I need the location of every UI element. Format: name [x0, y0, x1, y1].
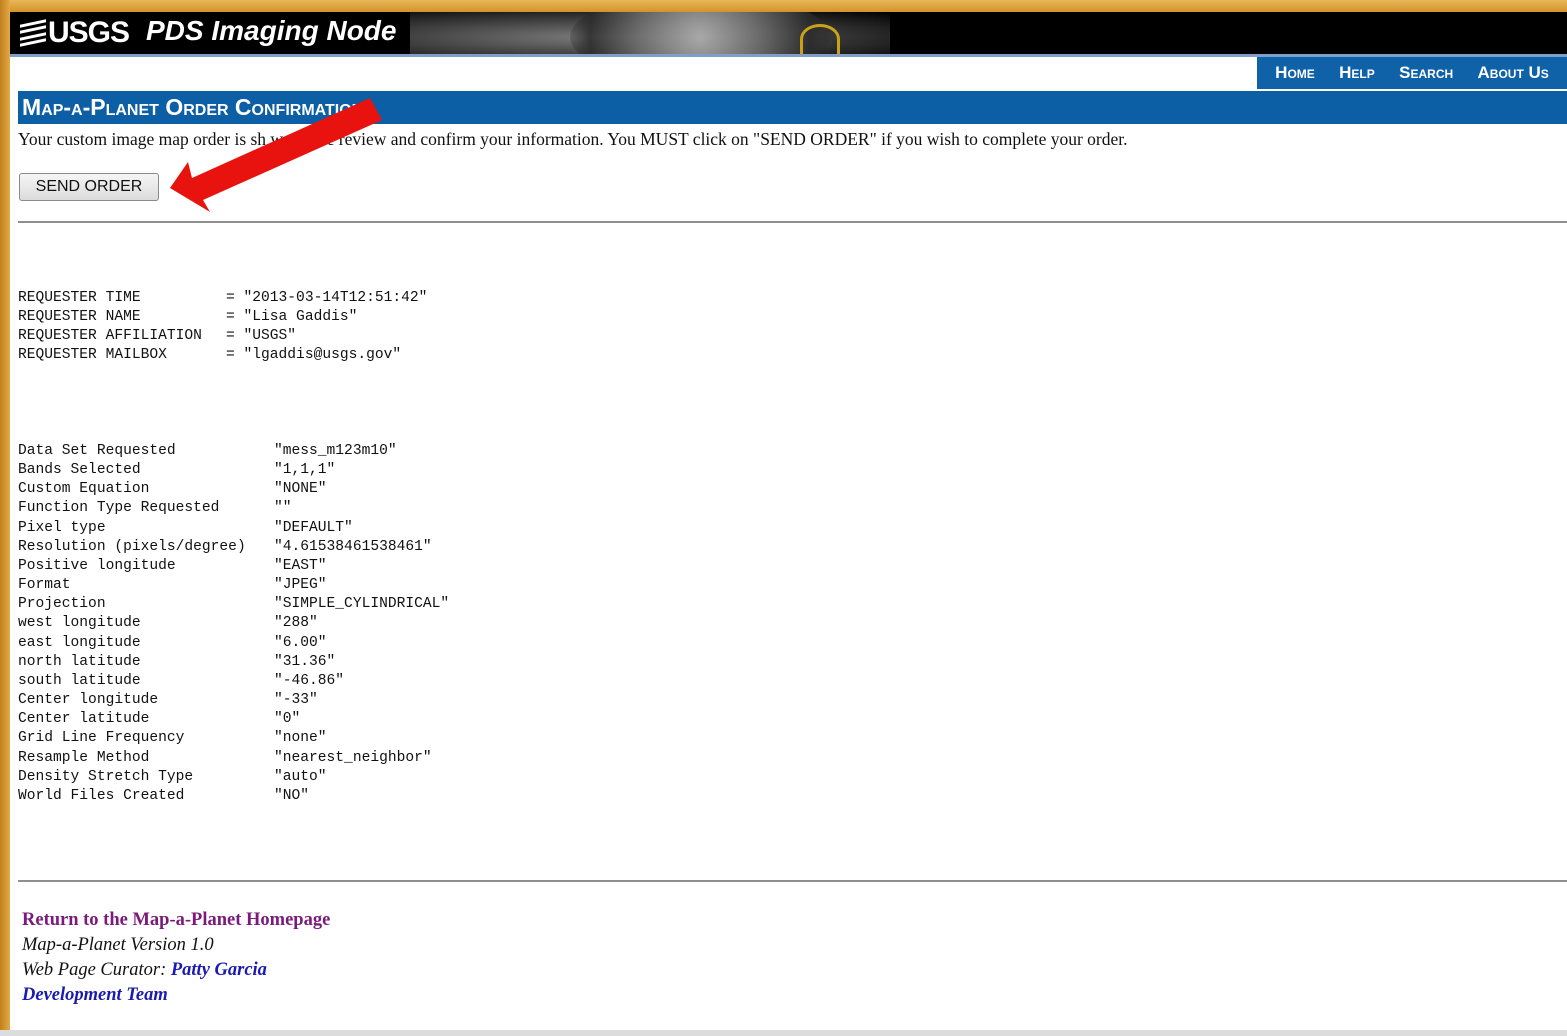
order-param-row-value: "none"	[274, 730, 327, 747]
order-param-row-value: "nearest_neighbor"	[274, 749, 432, 766]
usgs-logo-text: USGS	[48, 16, 130, 49]
order-param-row-key: World Files Created	[18, 787, 185, 804]
order-param-row-key: Resolution (pixels/degree)	[18, 538, 246, 555]
order-param-row-key: south latitude	[18, 672, 141, 689]
order-param-row-key: Pixel type	[18, 519, 106, 536]
requester-row-key: REQUESTER TIME	[18, 290, 141, 306]
divider-bottom	[18, 880, 1567, 882]
order-param-row: Grid Line Frequency "none"	[18, 729, 449, 748]
divider-top	[18, 221, 1567, 223]
requester-row-key: REQUESTER MAILBOX	[18, 347, 167, 364]
version-text: Map-a-Planet Version 1.0	[22, 935, 214, 955]
usgs-logo[interactable]: USGS	[20, 16, 130, 50]
order-param-row: Custom Equation "NONE"	[18, 480, 449, 499]
requester-row-value: = "lgaddis@usgs.gov"	[226, 347, 402, 364]
order-param-row-value: "mess_m123m10"	[274, 443, 397, 459]
web-page: USGS PDS Imaging Node Home Help Search A…	[10, 12, 1567, 1030]
order-param-row: Pixel type "DEFAULT"	[18, 519, 449, 538]
requester-block: REQUESTER TIME = "2013-03-14T12:51:42" REQ…	[18, 289, 427, 366]
order-param-row: Resolution (pixels/degree) "4.61538461538…	[18, 538, 449, 557]
requester-row-key: REQUESTER NAME	[18, 309, 141, 326]
order-param-row-value: "EAST"	[274, 557, 327, 574]
order-param-row-value: "1,1,1"	[274, 462, 336, 479]
order-param-row-key: Data Set Requested	[18, 443, 176, 459]
order-param-row: Resample Method "nearest_neighbor"	[18, 749, 449, 768]
order-param-row: Density Stretch Type "auto"	[18, 768, 449, 787]
order-params-block: Data Set Requested "mess_m123m10" Bands Se…	[18, 442, 449, 806]
requester-row: REQUESTER NAME = "Lisa Gaddis"	[18, 308, 427, 327]
order-param-row-value: ""	[274, 500, 292, 517]
order-param-row-key: east longitude	[18, 634, 141, 651]
order-param-row-value: "DEFAULT"	[274, 519, 353, 536]
order-param-row: Projection "SIMPLE_CYLINDRICAL"	[18, 595, 449, 614]
order-param-row-value: "JPEG"	[274, 577, 327, 594]
outer-frame-bottom	[0, 1030, 1567, 1036]
order-param-row: Function Type Requested ""	[18, 499, 449, 518]
order-param-row: Center longitude "-33"	[18, 691, 449, 710]
order-param-row-value: "-33"	[274, 692, 318, 709]
requester-row: REQUESTER MAILBOX = "lgaddis@usgs.gov"	[18, 346, 427, 365]
nav-help[interactable]: Help	[1339, 63, 1375, 83]
requester-row-value: = "Lisa Gaddis"	[226, 309, 358, 326]
development-team-link[interactable]: Development Team	[22, 985, 168, 1005]
order-param-row: Data Set Requested "mess_m123m10"	[18, 442, 449, 461]
order-param-row: Format "JPEG"	[18, 576, 449, 595]
order-param-row: north latitude "31.36"	[18, 653, 449, 672]
requester-row-key: REQUESTER AFFILIATION	[18, 328, 202, 345]
order-param-row: south latitude "-46.86"	[18, 672, 449, 691]
nav-about-us[interactable]: About Us	[1478, 63, 1549, 83]
order-param-row-key: Resample Method	[18, 749, 150, 766]
order-param-row-key: Bands Selected	[18, 462, 141, 479]
outer-frame-top	[0, 0, 1567, 12]
order-param-row-key: north latitude	[18, 653, 141, 670]
outer-frame-left	[0, 0, 10, 1036]
order-param-row-key: Positive longitude	[18, 557, 176, 574]
banner-gold-ornament	[800, 24, 840, 54]
site-title: PDS Imaging Node	[146, 15, 397, 46]
send-order-button[interactable]: SEND ORDER	[19, 173, 159, 201]
nav-home[interactable]: Home	[1275, 63, 1315, 83]
nav-search[interactable]: Search	[1399, 63, 1453, 83]
order-param-row-value: "4.61538461538461"	[274, 538, 432, 555]
requester-row: REQUESTER TIME = "2013-03-14T12:51:42"	[18, 289, 427, 308]
requester-row-value: = "2013-03-14T12:51:42"	[226, 290, 428, 306]
order-param-row-key: Center longitude	[18, 692, 159, 709]
order-param-row-key: Projection	[18, 596, 106, 613]
order-param-row-key: Function Type Requested	[18, 500, 220, 517]
top-nav: Home Help Search About Us	[1257, 57, 1567, 89]
banner-planet-disc	[570, 12, 830, 54]
order-param-row-value: "288"	[274, 615, 318, 632]
order-param-row: Center latitude "0"	[18, 710, 449, 729]
order-param-row-key: west longitude	[18, 615, 141, 632]
requester-row: REQUESTER AFFILIATION = "USGS"	[18, 327, 427, 346]
order-param-row-value: "SIMPLE_CYLINDRICAL"	[274, 596, 450, 613]
order-param-row-value: "0"	[274, 711, 301, 728]
order-param-row-value: "NO"	[274, 787, 310, 804]
footer: Return to the Map-a-Planet Homepage Map-…	[22, 908, 330, 1008]
order-param-row: east longitude "6.00"	[18, 634, 449, 653]
return-homepage-link[interactable]: Return to the Map-a-Planet Homepage	[22, 910, 330, 930]
order-param-row-key: Format	[18, 577, 71, 594]
curator-label: Web Page Curator:	[22, 960, 167, 980]
order-param-row-value: "-46.86"	[274, 672, 345, 689]
order-param-row-key: Density Stretch Type	[18, 768, 194, 785]
requester-row-value: = "USGS"	[226, 328, 297, 345]
order-param-row: World Files Created "NO"	[18, 787, 449, 806]
order-param-row-value: "auto"	[274, 768, 327, 785]
order-param-row: Bands Selected "1,1,1"	[18, 461, 449, 480]
curator-link[interactable]: Patty Garcia	[171, 960, 267, 980]
order-param-row-value: "31.36"	[274, 653, 336, 670]
order-param-row: Positive longitude "EAST"	[18, 557, 449, 576]
header-banner: USGS PDS Imaging Node	[10, 12, 1567, 54]
order-param-row-value: "6.00"	[274, 634, 327, 651]
order-param-row-key: Grid Line Frequency	[18, 730, 185, 747]
order-param-row: west longitude "288"	[18, 614, 449, 633]
order-param-row-key: Center latitude	[18, 711, 150, 728]
usgs-logo-icon	[20, 19, 46, 47]
red-arrow-icon	[170, 98, 382, 212]
order-param-row-key: Custom Equation	[18, 481, 150, 498]
order-param-row-value: "NONE"	[274, 481, 327, 498]
